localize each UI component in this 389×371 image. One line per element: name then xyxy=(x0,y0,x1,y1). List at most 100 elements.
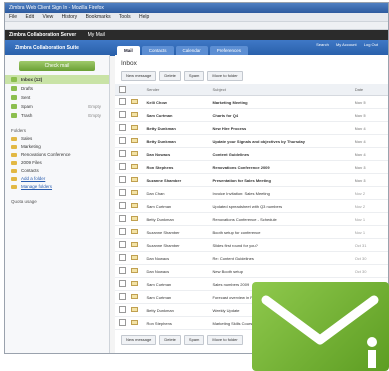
row-checkbox[interactable] xyxy=(119,176,126,183)
table-row[interactable]: Kelli Chow Marketing Meeting Nov 5 xyxy=(115,95,388,109)
row-subject[interactable]: New Hire Process xyxy=(211,121,354,135)
table-row[interactable]: Dan Nowacs Content Guidelines Nov 4 xyxy=(115,147,388,161)
menu-bookmarks[interactable]: Bookmarks xyxy=(86,14,111,20)
row-checkbox-cell[interactable] xyxy=(115,225,131,239)
table-row[interactable]: Ron Stephens Renovations Conference 2009 N… xyxy=(115,160,388,174)
table-row[interactable]: Dan Nowacs New Booth setup Oct 30 xyxy=(115,264,388,278)
move-to-folder-select[interactable]: Move to folder xyxy=(207,71,243,81)
sidebar-item-sent[interactable]: Sent xyxy=(5,93,109,102)
table-row[interactable]: Sam Curtman Updated spreadsheet with Q3 n… xyxy=(115,199,388,213)
table-row[interactable]: Suzanne Shamber Slides first round for yo… xyxy=(115,238,388,252)
table-row[interactable]: Suzanne Shamber Booth setup for conferenc… xyxy=(115,225,388,239)
row-subject[interactable]: Update your Signals and objectives by Th… xyxy=(211,134,354,148)
spam-empty-link[interactable]: Empty xyxy=(88,102,101,111)
row-checkbox[interactable] xyxy=(119,124,126,131)
row-checkbox[interactable] xyxy=(119,111,126,118)
row-checkbox-cell[interactable] xyxy=(115,264,131,278)
row-checkbox[interactable] xyxy=(119,228,126,235)
row-checkbox-cell[interactable] xyxy=(115,108,131,122)
table-row[interactable]: Betty Dunkman New Hire Process Nov 4 xyxy=(115,121,388,135)
folder-renovations[interactable]: Renovations Conference xyxy=(5,151,109,159)
row-subject[interactable]: New Booth setup xyxy=(211,264,354,278)
row-checkbox-cell[interactable] xyxy=(115,134,131,148)
app-user[interactable]: My Mail xyxy=(88,32,105,38)
row-checkbox[interactable] xyxy=(119,267,126,274)
folder-2009-files[interactable]: 2009 Files xyxy=(5,159,109,167)
row-subject[interactable]: Marketing Meeting xyxy=(211,95,354,109)
date-header[interactable]: Date xyxy=(353,84,388,96)
menu-edit[interactable]: Edit xyxy=(25,14,34,20)
row-subject[interactable]: Charts for Q4 xyxy=(211,108,354,122)
move-to-folder-select-bottom[interactable]: Move to folder xyxy=(207,335,243,345)
row-checkbox[interactable] xyxy=(119,163,126,170)
sidebar-item-trash[interactable]: Trash Empty xyxy=(5,111,109,120)
row-checkbox-cell[interactable] xyxy=(115,251,131,265)
menu-history[interactable]: History xyxy=(62,14,78,20)
row-subject[interactable]: Invoice Invitation: Sales Meeting xyxy=(211,186,354,200)
folder-marketing[interactable]: Marketing xyxy=(5,143,109,151)
row-subject[interactable]: Renovations Conference 2009 xyxy=(211,160,354,174)
search-link[interactable]: Search xyxy=(316,42,329,47)
row-subject[interactable]: Content Guidelines xyxy=(211,147,354,161)
row-checkbox[interactable] xyxy=(119,98,126,105)
spam-button[interactable]: Spam xyxy=(183,71,205,81)
row-checkbox[interactable] xyxy=(119,241,126,248)
menu-tools[interactable]: Tools xyxy=(119,14,131,20)
sidebar-item-inbox[interactable]: Inbox (12) xyxy=(5,75,109,84)
check-mail-button[interactable]: Check mail xyxy=(19,61,95,71)
row-checkbox-cell[interactable] xyxy=(115,186,131,200)
row-checkbox-cell[interactable] xyxy=(115,173,131,187)
row-subject[interactable]: Presentation for Sales Meeting xyxy=(211,173,354,187)
table-row[interactable]: Betty Dunkman Renovations Conference - Sc… xyxy=(115,212,388,226)
row-subject[interactable]: Booth setup for conference xyxy=(211,225,354,239)
row-subject[interactable]: Slides first round for you? xyxy=(211,238,354,252)
row-checkbox[interactable] xyxy=(119,150,126,157)
row-checkbox[interactable] xyxy=(119,319,126,326)
table-row[interactable]: Dan Nowacs Re: Content Guidelines Oct 30 xyxy=(115,251,388,265)
logout-link[interactable]: Log Out xyxy=(364,42,378,47)
row-checkbox[interactable] xyxy=(119,280,126,287)
sender-header[interactable]: Sender xyxy=(145,84,212,96)
table-row[interactable]: Betty Dunkman Update your Signals and obj… xyxy=(115,134,388,148)
row-checkbox[interactable] xyxy=(119,202,126,209)
row-checkbox-cell[interactable] xyxy=(115,121,131,135)
row-checkbox-cell[interactable] xyxy=(115,212,131,226)
row-checkbox-cell[interactable] xyxy=(115,238,131,252)
row-subject[interactable]: Renovations Conference - Schedule xyxy=(211,212,354,226)
row-subject[interactable]: Updated spreadsheet with Q3 numbers xyxy=(211,199,354,213)
new-message-button[interactable]: New message xyxy=(121,71,157,81)
row-checkbox[interactable] xyxy=(119,254,126,261)
row-checkbox-cell[interactable] xyxy=(115,95,131,109)
sidebar-item-drafts[interactable]: Drafts xyxy=(5,84,109,93)
add-folder-link[interactable]: Add a folder xyxy=(5,175,109,183)
row-checkbox-cell[interactable] xyxy=(115,277,131,291)
spam-button-bottom[interactable]: Spam xyxy=(183,335,205,345)
table-row[interactable]: Suzanne Shamber Presentation for Sales Me… xyxy=(115,173,388,187)
folder-contacts[interactable]: Contacts xyxy=(5,167,109,175)
table-row[interactable]: Sam Curtman Charts for Q4 Nov 5 xyxy=(115,108,388,122)
delete-button-bottom[interactable]: Delete xyxy=(159,335,181,345)
row-checkbox[interactable] xyxy=(119,189,126,196)
row-subject[interactable]: Re: Content Guidelines xyxy=(211,251,354,265)
menu-help[interactable]: Help xyxy=(139,14,149,20)
subject-header[interactable]: Subject xyxy=(211,84,354,96)
select-all-header[interactable] xyxy=(115,84,131,96)
row-checkbox[interactable] xyxy=(119,137,126,144)
sidebar-item-spam[interactable]: Spam Empty xyxy=(5,102,109,111)
select-all-checkbox[interactable] xyxy=(119,85,126,93)
row-checkbox[interactable] xyxy=(119,306,126,313)
my-account-link[interactable]: My Account xyxy=(336,42,357,47)
row-checkbox-cell[interactable] xyxy=(115,160,131,174)
row-checkbox[interactable] xyxy=(119,215,126,222)
new-message-button-bottom[interactable]: New message xyxy=(121,335,157,345)
folder-sales[interactable]: Sales xyxy=(5,135,109,143)
row-checkbox-cell[interactable] xyxy=(115,290,131,304)
trash-empty-link[interactable]: Empty xyxy=(88,111,101,120)
manage-folders-link[interactable]: Manage folders xyxy=(5,183,109,191)
row-checkbox-cell[interactable] xyxy=(115,199,131,213)
row-checkbox-cell[interactable] xyxy=(115,316,131,330)
row-checkbox-cell[interactable] xyxy=(115,147,131,161)
row-checkbox[interactable] xyxy=(119,293,126,300)
menu-file[interactable]: File xyxy=(9,14,17,20)
menu-view[interactable]: View xyxy=(42,14,53,20)
